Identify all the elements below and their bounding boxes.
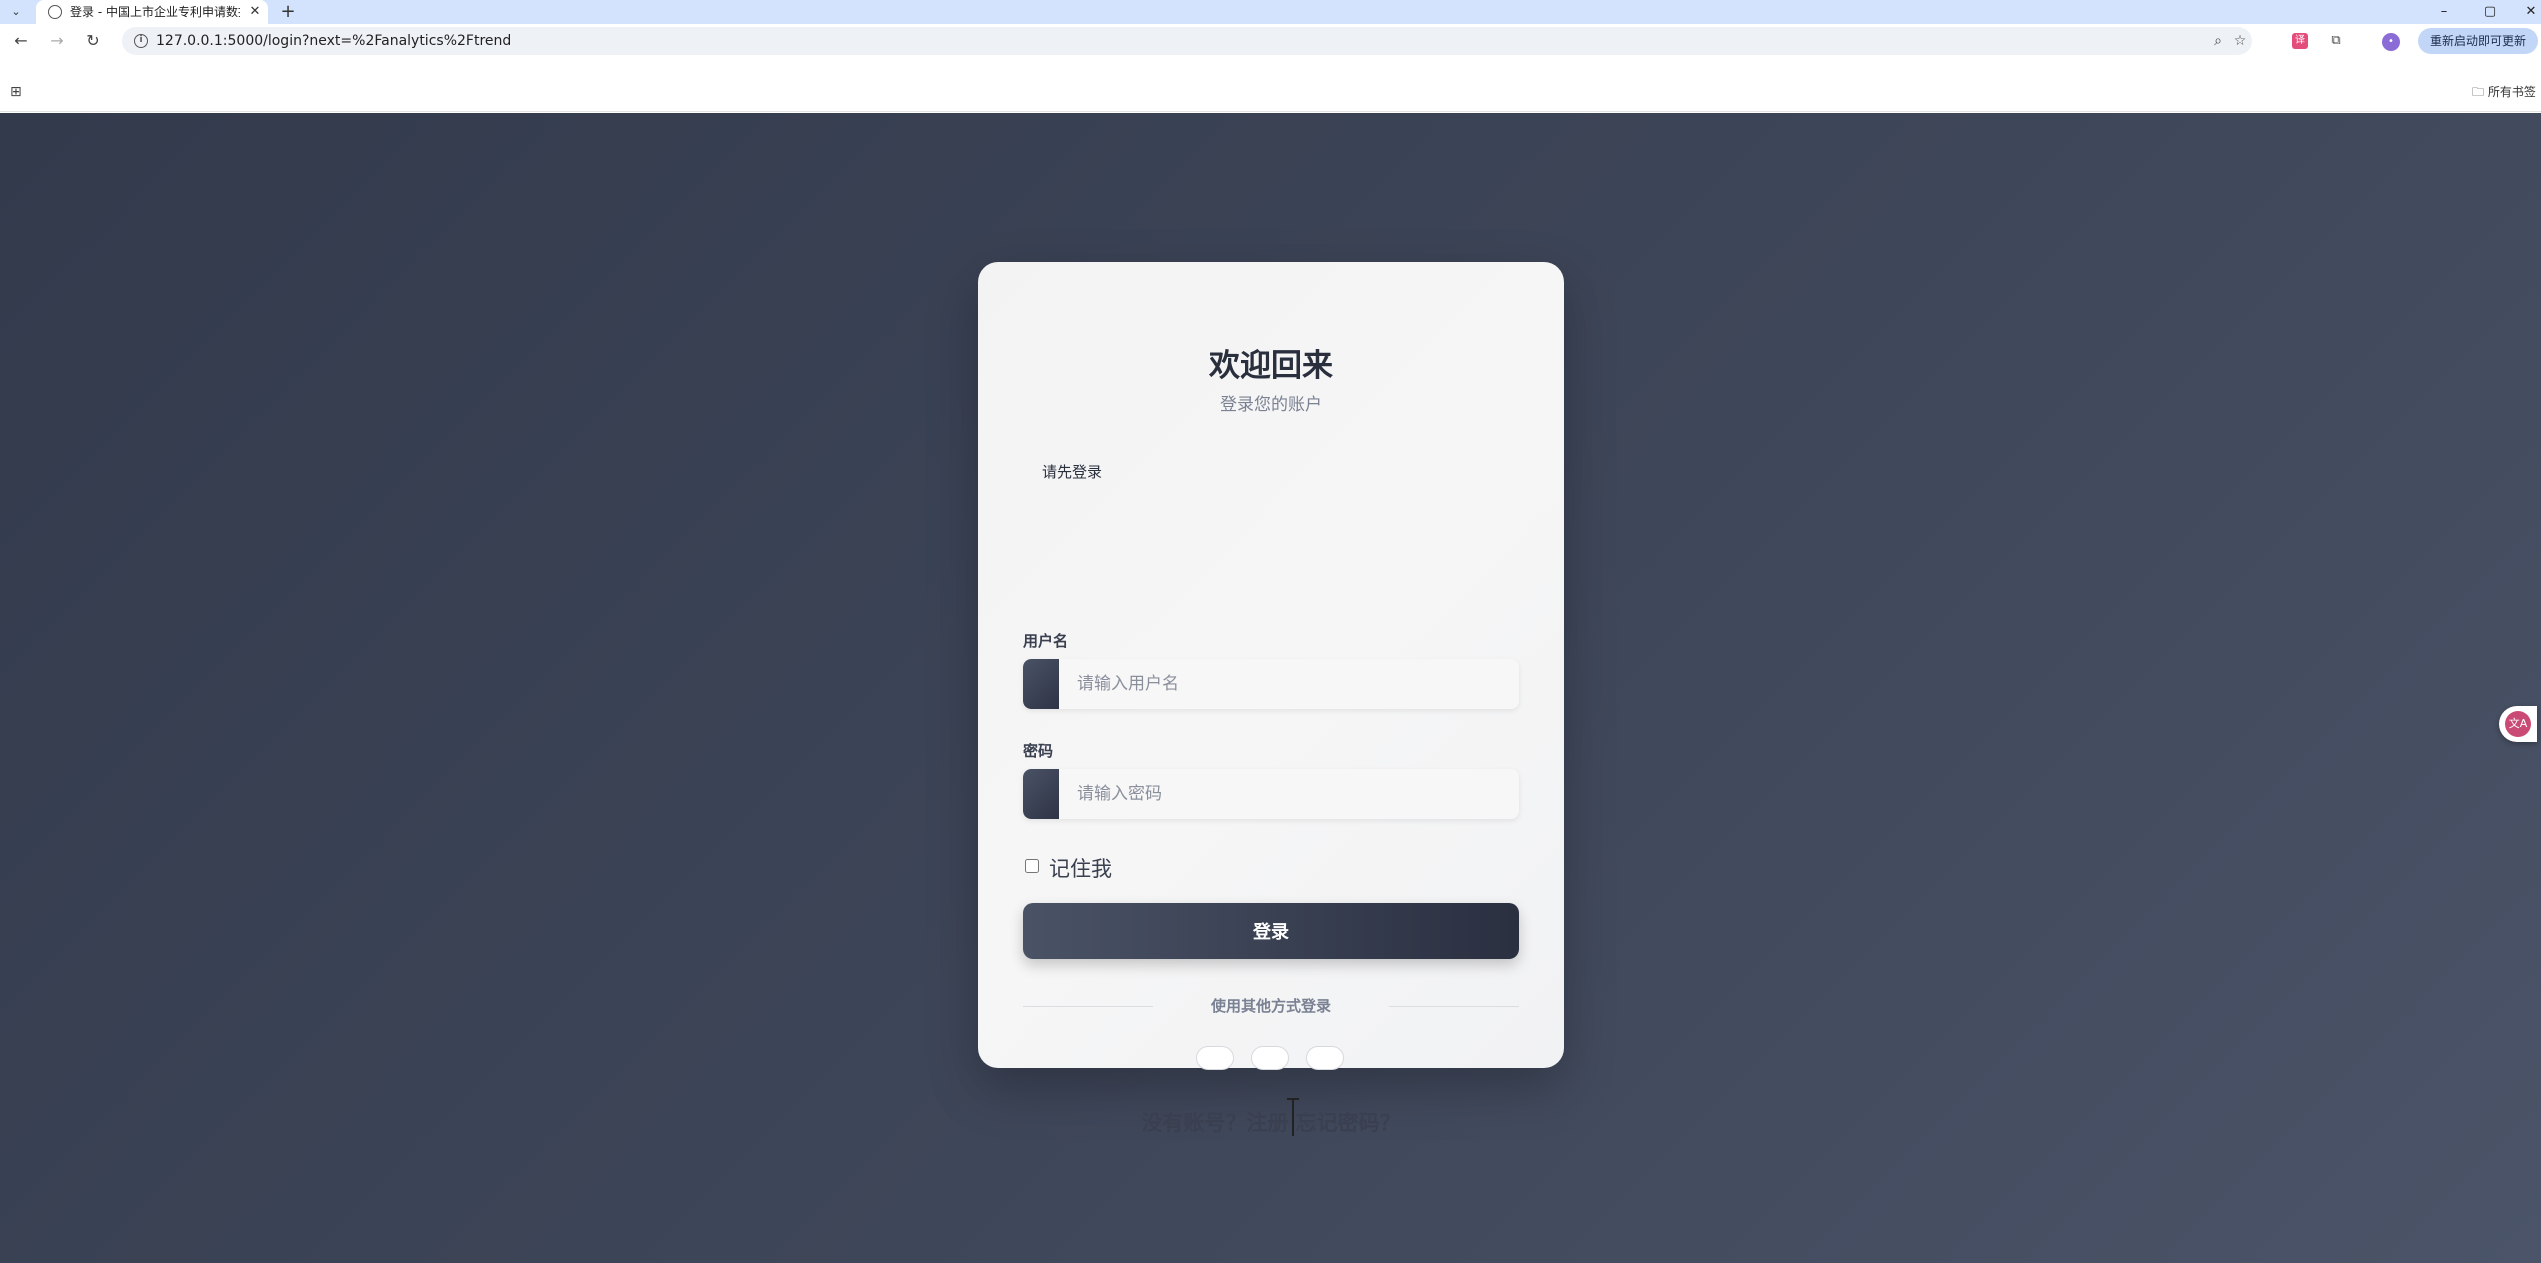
other-login-divider: 使用其他方式登录 [1210, 997, 1331, 1015]
username-label: 用户名 [1023, 632, 1069, 650]
tab-search-icon[interactable]: ⌄ [8, 4, 24, 20]
login-card: 欢迎回来 登录您的账户 请先登录 用户名 密码 记住我 登录 使用其他方式登录 … [978, 262, 1564, 1135]
url-text[interactable]: 127.0.0.1:5000/login?next=%2Fanalytics%2… [156, 33, 511, 49]
username-input[interactable] [1059, 659, 1519, 709]
login-button[interactable]: 登录 [1023, 903, 1519, 959]
no-account-text: 没有账号？ [1141, 1111, 1247, 1135]
lock-icon [1023, 769, 1059, 819]
tab-close-icon[interactable]: ✕ [246, 3, 264, 21]
browser-tabstrip: ⌄ 登录 - 中国上市企业专利申请数据 ✕ + – ▢ ✕ [0, 0, 2541, 24]
profile-avatar[interactable]: • [2382, 33, 2400, 51]
text-cursor [1287, 1098, 1299, 1136]
browser-toolbar: ← → ↻ i 127.0.0.1:5000/login?next=%2Fana… [0, 24, 2541, 56]
social-login-button-2[interactable] [1251, 1046, 1289, 1070]
maximize-button[interactable]: ▢ [2480, 2, 2500, 22]
footer-links: 没有账号？注册 忘记密码？ [978, 1107, 1564, 1137]
all-bookmarks-folder[interactable]: 🗀 所有书签 [2472, 84, 2536, 100]
username-input-group [1023, 659, 1519, 709]
password-input[interactable] [1059, 769, 1519, 819]
password-label: 密码 [1023, 742, 1054, 760]
translate-icon: 文A [2505, 711, 2531, 737]
translate-extension-icon[interactable]: 译 [2292, 33, 2308, 49]
globe-icon [48, 5, 62, 19]
minimize-button[interactable]: – [2434, 2, 2454, 22]
browser-tab-active[interactable]: 登录 - 中国上市企业专利申请数据 ✕ [36, 0, 268, 24]
back-arrow-icon[interactable]: ← [10, 30, 32, 52]
window-close-button[interactable]: ✕ [2521, 2, 2541, 22]
user-icon [1023, 659, 1059, 709]
site-info-icon[interactable]: i [134, 34, 148, 48]
flash-message: 请先登录 [1042, 463, 1103, 481]
remember-label[interactable]: 记住我 [1049, 853, 1112, 883]
floating-translate-button[interactable]: 文A [2499, 706, 2537, 742]
page-title: 欢迎回来 [1209, 348, 1333, 384]
all-bookmarks-label: 所有书签 [2487, 85, 2536, 99]
zoom-icon[interactable]: ⌕ [2208, 31, 2228, 51]
update-button[interactable]: 重新启动即可更新 [2418, 28, 2538, 54]
forgot-password-link[interactable]: 忘记密码？ [1296, 1111, 1401, 1135]
bookmarks-bar: ⊞ 🗀 所有书签 [0, 56, 2541, 112]
forward-arrow-icon[interactable]: → [46, 30, 68, 52]
social-login-button-3[interactable] [1306, 1046, 1344, 1070]
reload-icon[interactable]: ↻ [82, 30, 104, 52]
register-link[interactable]: 注册 [1246, 1111, 1288, 1135]
bookmark-star-icon[interactable]: ☆ [2230, 31, 2250, 51]
extensions-puzzle-icon[interactable]: ⧉ [2328, 33, 2344, 49]
social-login-button-1[interactable] [1196, 1046, 1234, 1070]
page-subtitle: 登录您的账户 [1220, 395, 1322, 415]
password-input-group [1023, 769, 1519, 819]
apps-grid-icon[interactable]: ⊞ [10, 84, 26, 100]
new-tab-button[interactable]: + [278, 2, 298, 22]
tab-title: 登录 - 中国上市企业专利申请数据 [70, 5, 240, 19]
remember-checkbox[interactable] [1025, 859, 1039, 873]
address-bar[interactable]: i 127.0.0.1:5000/login?next=%2Fanalytics… [122, 27, 2252, 55]
